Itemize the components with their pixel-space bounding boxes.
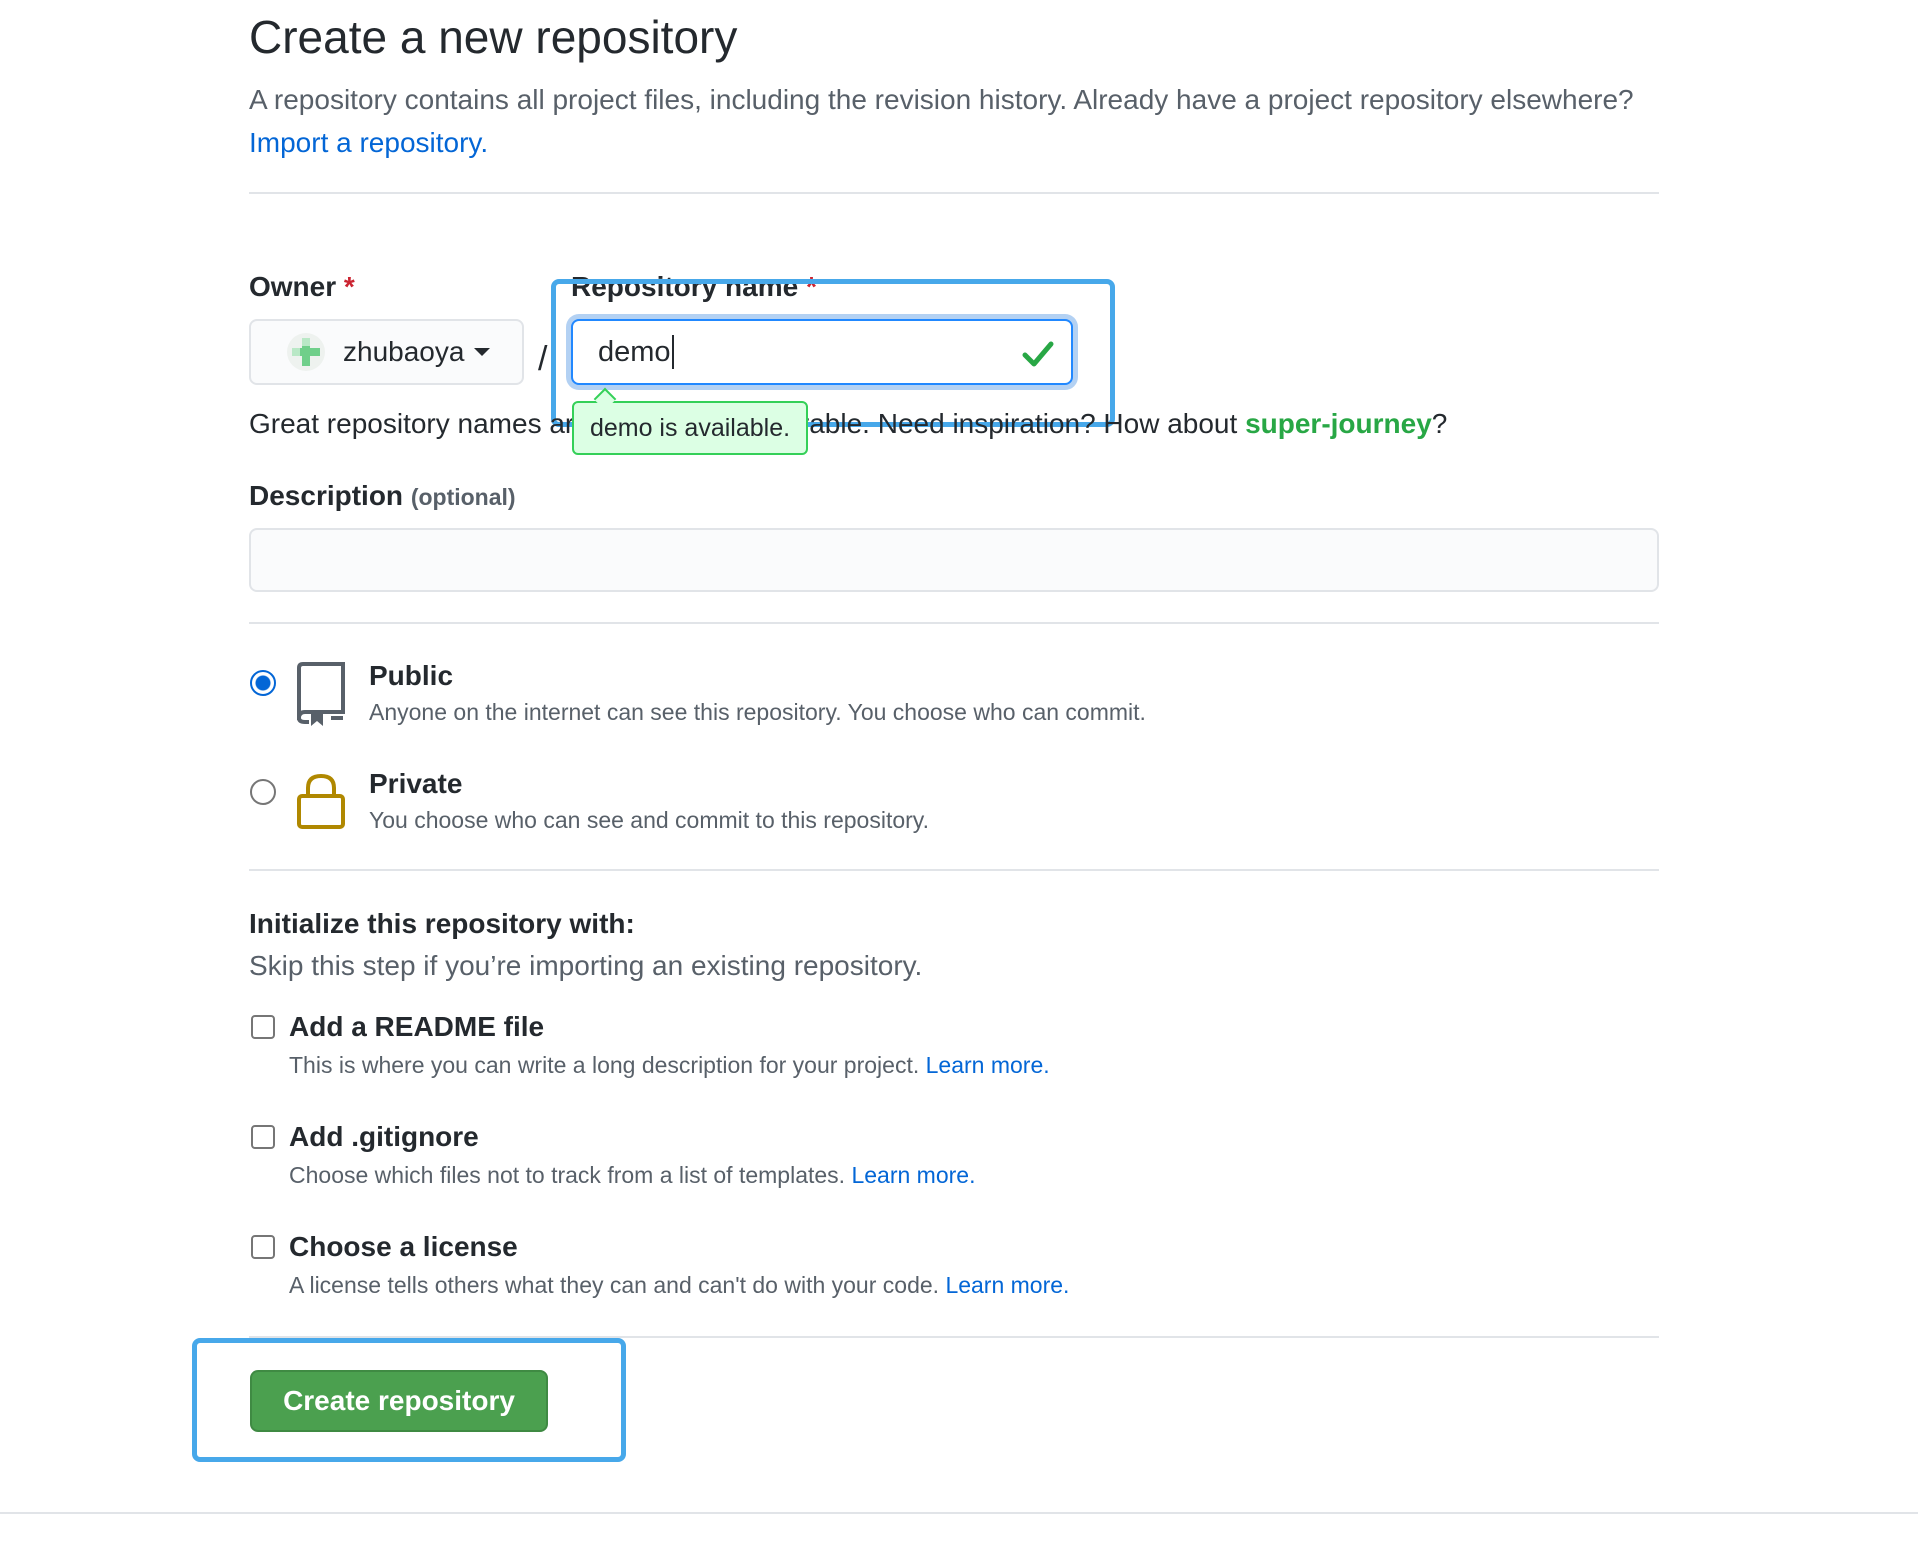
repository-name-hint: Great repository names are short and mem… (249, 408, 1448, 439)
gitignore-option-description: Choose which files not to track from a l… (289, 1162, 976, 1188)
optional-tag: (optional) (410, 484, 516, 510)
initialize-section-title: Initialize this repository with: (249, 908, 635, 939)
required-mark: * (343, 271, 355, 302)
footer-divider (0, 1512, 1918, 1514)
lock-icon (297, 773, 345, 829)
private-option-description: You choose who can see and commit to thi… (369, 807, 929, 833)
repo-book-icon (296, 662, 345, 726)
gitignore-checkbox[interactable] (251, 1125, 275, 1149)
repository-name-label: Repository name * (571, 271, 817, 302)
public-option-title: Public (369, 660, 454, 691)
repository-name-input[interactable]: demo (571, 319, 1073, 385)
import-repository-link[interactable]: Import a repository. (249, 127, 488, 158)
required-mark: * (805, 271, 817, 302)
check-icon (1022, 341, 1054, 367)
private-option-title: Private (369, 768, 463, 799)
divider (249, 192, 1659, 194)
repository-name-value: demo (598, 335, 671, 368)
availability-tooltip: demo is available. (572, 401, 808, 455)
public-radio[interactable] (250, 670, 276, 696)
divider (249, 869, 1659, 871)
page-title: Create a new repository (249, 11, 738, 63)
owner-avatar (287, 333, 325, 371)
owner-repo-separator: / (538, 340, 548, 378)
initialize-section-subtitle: Skip this step if you’re importing an ex… (249, 950, 923, 981)
text-cursor (671, 335, 674, 369)
gitignore-option-title: Add .gitignore (289, 1121, 479, 1152)
page-subtitle: A repository contains all project files,… (249, 78, 1679, 164)
gitignore-learn-more-link[interactable]: Learn more. (851, 1162, 975, 1188)
readme-option-description: This is where you can write a long descr… (289, 1052, 1050, 1078)
license-option-title: Choose a license (289, 1231, 518, 1262)
divider (249, 1336, 1659, 1338)
private-radio[interactable] (250, 779, 276, 805)
create-repository-button[interactable]: Create repository (250, 1370, 548, 1432)
license-checkbox[interactable] (251, 1235, 275, 1259)
public-option-description: Anyone on the internet can see this repo… (369, 699, 1146, 725)
owner-name: zhubaoya (343, 336, 465, 367)
readme-learn-more-link[interactable]: Learn more. (926, 1052, 1050, 1078)
owner-select[interactable]: zhubaoya (249, 319, 524, 385)
chevron-down-icon (474, 348, 491, 356)
divider (249, 622, 1659, 624)
readme-option-title: Add a README file (289, 1011, 545, 1042)
readme-checkbox[interactable] (251, 1015, 275, 1039)
owner-label: Owner * (249, 271, 355, 302)
license-option-description: A license tells others what they can and… (289, 1272, 1070, 1298)
description-label: Description (optional) (249, 480, 516, 511)
suggested-name-link[interactable]: super-journey (1245, 408, 1432, 439)
subtitle-text: A repository contains all project files,… (249, 84, 1634, 115)
description-input[interactable] (249, 528, 1659, 592)
license-learn-more-link[interactable]: Learn more. (945, 1272, 1069, 1298)
